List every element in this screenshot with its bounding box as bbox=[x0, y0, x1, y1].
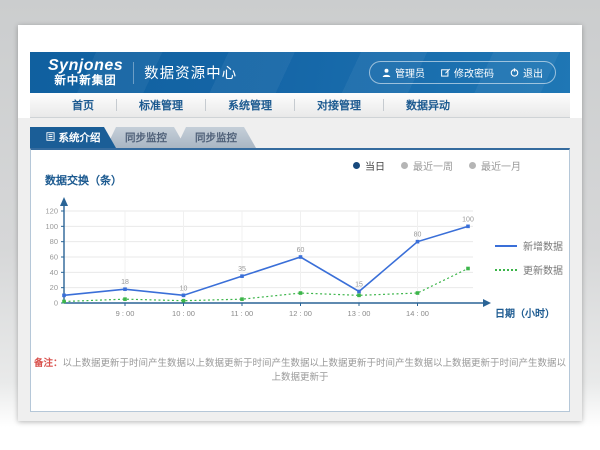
content-panel: 当日 最近一周 最近一月 数据交换（条） 0 20 40 60 80 100 120 9 : … bbox=[30, 148, 570, 412]
content-area: 系统介绍 同步监控 同步监控 当日 最近一周 bbox=[18, 118, 582, 421]
tab-bar: 系统介绍 同步监控 同步监控 bbox=[30, 127, 256, 148]
power-icon bbox=[510, 68, 519, 77]
svg-text:15: 15 bbox=[355, 282, 363, 289]
nav-item-connect-mgmt[interactable]: 对接管理 bbox=[295, 97, 383, 113]
footnote: 备注：以上数据更新于时间产生数据以上数据更新于时间产生数据以上数据更新于时间产生… bbox=[31, 355, 569, 383]
radio-label: 最近一月 bbox=[481, 158, 521, 173]
line-chart: 0 20 40 60 80 100 120 9 : 00 10 : 00 11 : 00 12 : … bbox=[31, 190, 569, 340]
header-divider bbox=[133, 62, 134, 84]
user-menu-logout-label: 退出 bbox=[523, 65, 543, 80]
app-title: 数据资源中心 bbox=[144, 62, 237, 83]
main-nav: 首页 标准管理 系统管理 对接管理 数据异动 bbox=[30, 93, 570, 118]
footnote-prefix: 备注： bbox=[34, 358, 63, 369]
document-icon bbox=[46, 132, 55, 144]
radio-dot bbox=[401, 162, 408, 169]
legend-line-sample bbox=[495, 245, 517, 247]
chart-area: 0 20 40 60 80 100 120 9 : 00 10 : 00 11 : 00 12 : … bbox=[31, 190, 569, 340]
svg-text:120: 120 bbox=[45, 207, 58, 216]
tab-sync-monitor-2[interactable]: 同步监控 bbox=[176, 127, 256, 148]
y-axis-title: 数据交换（条） bbox=[45, 172, 122, 188]
user-icon bbox=[382, 68, 391, 77]
logo-secondary: 新中新集团 bbox=[48, 75, 123, 87]
radio-option-today[interactable]: 当日 bbox=[353, 158, 385, 173]
footnote-text: 以上数据更新于时间产生数据以上数据更新于时间产生数据以上数据更新于时间产生数据以… bbox=[63, 358, 567, 383]
user-menu-change-password-label: 修改密码 bbox=[454, 65, 494, 80]
svg-text:35: 35 bbox=[238, 266, 246, 273]
edit-icon bbox=[441, 68, 450, 77]
radio-option-last-week[interactable]: 最近一周 bbox=[401, 158, 453, 173]
svg-text:日期（小时）: 日期（小时） bbox=[495, 307, 555, 320]
logo-primary: Synjones bbox=[48, 58, 123, 75]
chart-legend: 新增数据 更新数据 bbox=[495, 238, 563, 277]
logo: Synjones 新中新集团 bbox=[48, 58, 123, 87]
svg-text:80: 80 bbox=[414, 232, 422, 239]
legend-line-sample bbox=[495, 269, 517, 271]
user-menu-change-password[interactable]: 修改密码 bbox=[441, 65, 494, 80]
radio-option-last-month[interactable]: 最近一月 bbox=[469, 158, 521, 173]
svg-text:10: 10 bbox=[180, 285, 188, 292]
header: Synjones 新中新集团 数据资源中心 管理员 修改密码 bbox=[30, 52, 570, 93]
radio-dot bbox=[469, 162, 476, 169]
svg-text:14 : 00: 14 : 00 bbox=[406, 309, 429, 318]
nav-item-system-mgmt[interactable]: 系统管理 bbox=[206, 97, 294, 113]
legend-item-new-data: 新增数据 bbox=[495, 238, 563, 253]
tab-label: 同步监控 bbox=[195, 130, 237, 145]
user-menu-logout[interactable]: 退出 bbox=[510, 65, 543, 80]
nav-item-data-change[interactable]: 数据异动 bbox=[384, 97, 472, 113]
svg-text:9 : 00: 9 : 00 bbox=[116, 309, 135, 318]
tab-system-intro[interactable]: 系统介绍 bbox=[30, 127, 116, 148]
svg-text:10 : 00: 10 : 00 bbox=[172, 309, 195, 318]
svg-text:100: 100 bbox=[462, 216, 474, 223]
radio-label: 最近一周 bbox=[413, 158, 453, 173]
svg-text:100: 100 bbox=[45, 222, 58, 231]
legend-label: 更新数据 bbox=[523, 262, 563, 277]
tab-sync-monitor-1[interactable]: 同步监控 bbox=[106, 127, 186, 148]
svg-text:20: 20 bbox=[50, 283, 58, 292]
page-card: Synjones 新中新集团 数据资源中心 管理员 修改密码 bbox=[18, 25, 582, 421]
legend-label: 新增数据 bbox=[523, 238, 563, 253]
svg-text:80: 80 bbox=[50, 237, 58, 246]
svg-text:0: 0 bbox=[54, 299, 58, 308]
tab-label: 系统介绍 bbox=[59, 130, 101, 145]
svg-text:12 : 00: 12 : 00 bbox=[289, 309, 312, 318]
svg-text:60: 60 bbox=[297, 247, 305, 254]
legend-item-update-data: 更新数据 bbox=[495, 262, 563, 277]
radio-label: 当日 bbox=[365, 158, 385, 173]
user-menu: 管理员 修改密码 退出 bbox=[369, 61, 556, 84]
time-filter: 当日 最近一周 最近一月 bbox=[353, 158, 521, 173]
svg-text:60: 60 bbox=[50, 253, 58, 262]
svg-text:11 : 00: 11 : 00 bbox=[231, 309, 253, 318]
svg-text:40: 40 bbox=[50, 268, 58, 277]
tab-label: 同步监控 bbox=[125, 130, 167, 145]
user-menu-admin[interactable]: 管理员 bbox=[382, 65, 425, 80]
radio-dot bbox=[353, 162, 360, 169]
nav-item-home[interactable]: 首页 bbox=[50, 97, 116, 113]
nav-item-standard-mgmt[interactable]: 标准管理 bbox=[117, 97, 205, 113]
svg-text:13 : 00: 13 : 00 bbox=[348, 309, 371, 318]
svg-text:18: 18 bbox=[121, 279, 129, 286]
user-menu-admin-label: 管理员 bbox=[395, 65, 425, 80]
